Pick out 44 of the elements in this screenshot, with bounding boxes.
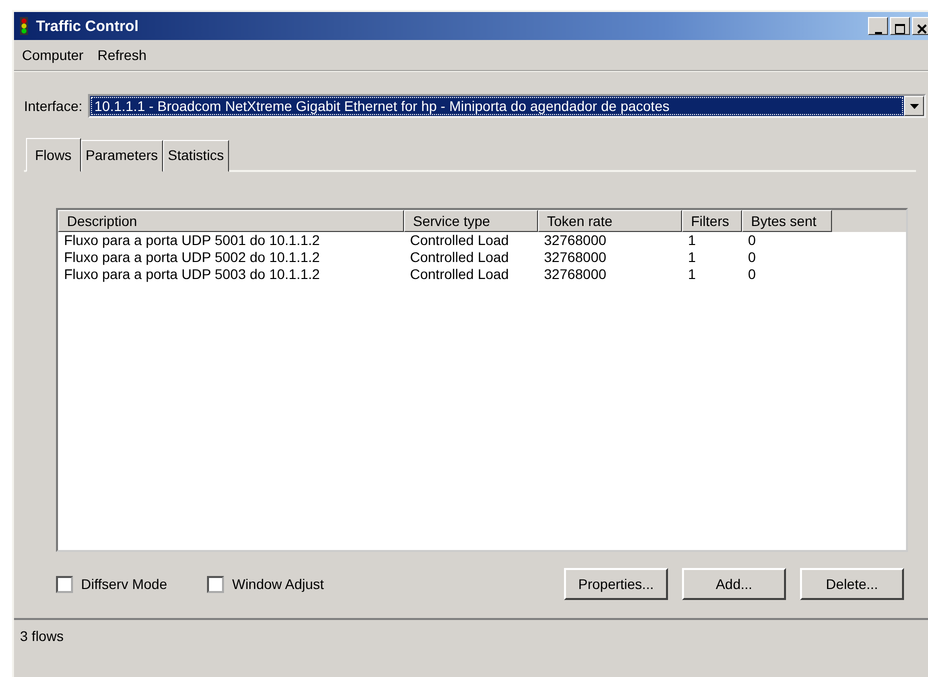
maximize-icon	[895, 24, 905, 34]
tab[interactable]: Parameters	[80, 140, 163, 172]
action-button[interactable]: Properties...	[564, 568, 668, 600]
table-cell-text: Controlled Load	[409, 266, 510, 283]
column-header[interactable]: Service type	[404, 210, 538, 232]
table-cell-text: 0	[747, 266, 757, 283]
column-header[interactable]: Token rate	[538, 210, 682, 232]
action-button[interactable]: Add...	[682, 568, 786, 600]
traffic-light-icon	[20, 17, 28, 35]
table-cell-text: 32768000	[543, 266, 608, 283]
table-cell-text: 32768000	[543, 249, 608, 266]
tab[interactable]: Statistics	[162, 140, 229, 172]
window-title: Traffic Control	[36, 18, 139, 34]
checkbox[interactable]	[56, 576, 73, 592]
checkbox-label: Window Adjust	[232, 576, 324, 592]
close-icon	[917, 24, 927, 34]
column-header[interactable]: Description	[58, 210, 404, 232]
close-button[interactable]	[912, 17, 928, 35]
table-cell-text: Controlled Load	[409, 232, 510, 249]
interface-label: Interface:	[24, 98, 82, 114]
table-cell-text: Fluxo para a porta UDP 5002 do 10.1.1.2	[63, 249, 321, 266]
minimize-button[interactable]	[868, 17, 888, 35]
checkbox[interactable]	[207, 576, 224, 592]
table-cell-text: 1	[687, 249, 697, 266]
minimize-icon	[874, 32, 882, 34]
checkbox-label: Diffserv Mode	[81, 576, 168, 592]
table-cell-text: Fluxo para a porta UDP 5003 do 10.1.1.2	[63, 266, 321, 283]
status-text: 3 flows	[20, 628, 64, 644]
maximize-button[interactable]	[890, 17, 910, 35]
column-header[interactable]: Bytes sent	[742, 210, 832, 232]
menu-item[interactable]: Computer	[22, 47, 84, 63]
table-cell-text: Fluxo para a porta UDP 5001 do 10.1.1.2	[63, 232, 321, 249]
action-button[interactable]: Delete...	[800, 568, 904, 600]
table-cell-text: 1	[687, 232, 697, 249]
table-cell-text: 0	[747, 232, 757, 249]
table-cell-text: 0	[747, 249, 757, 266]
table-cell-text: Controlled Load	[409, 249, 510, 266]
table-cell-text: 1	[687, 266, 697, 283]
column-header[interactable]: Filters	[682, 210, 742, 232]
table-cell-text: 32768000	[543, 232, 608, 249]
interface-dropdown[interactable]: 10.1.1.1 - Broadcom NetXtreme Gigabit Ethernet for hp - Miniporta do agendador de pacotes	[88, 94, 926, 118]
menu-item[interactable]: Refresh	[97, 47, 146, 63]
dropdown-arrow-icon	[910, 104, 918, 108]
tab[interactable]: Flows	[26, 138, 81, 172]
